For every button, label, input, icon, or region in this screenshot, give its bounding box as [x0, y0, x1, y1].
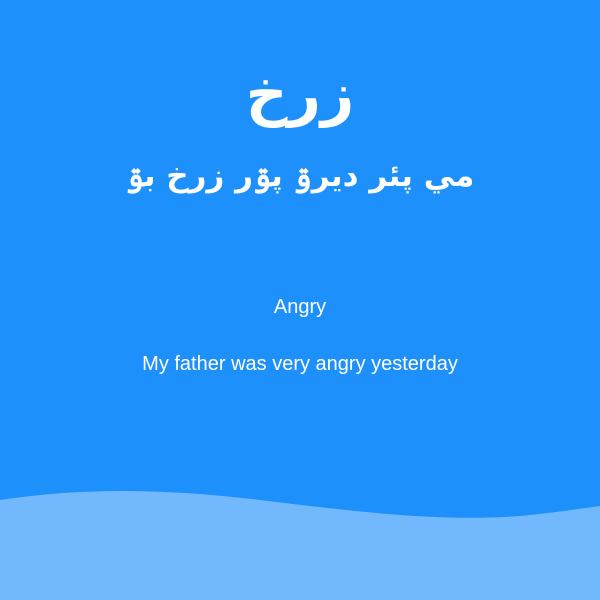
translation-word: Angry — [273, 296, 327, 318]
flashcard: زرخ مي پئر ديرۊ پۊر زرخ بۊ Angry My fath… — [0, 0, 600, 600]
example-sentence: مي پئر ديرۊ پۊر زرخ بۊ — [125, 158, 475, 194]
headword: زرخ — [245, 60, 355, 128]
decorative-wave — [0, 491, 600, 600]
translation-sentence: My father was very angry yesterday — [142, 353, 458, 375]
